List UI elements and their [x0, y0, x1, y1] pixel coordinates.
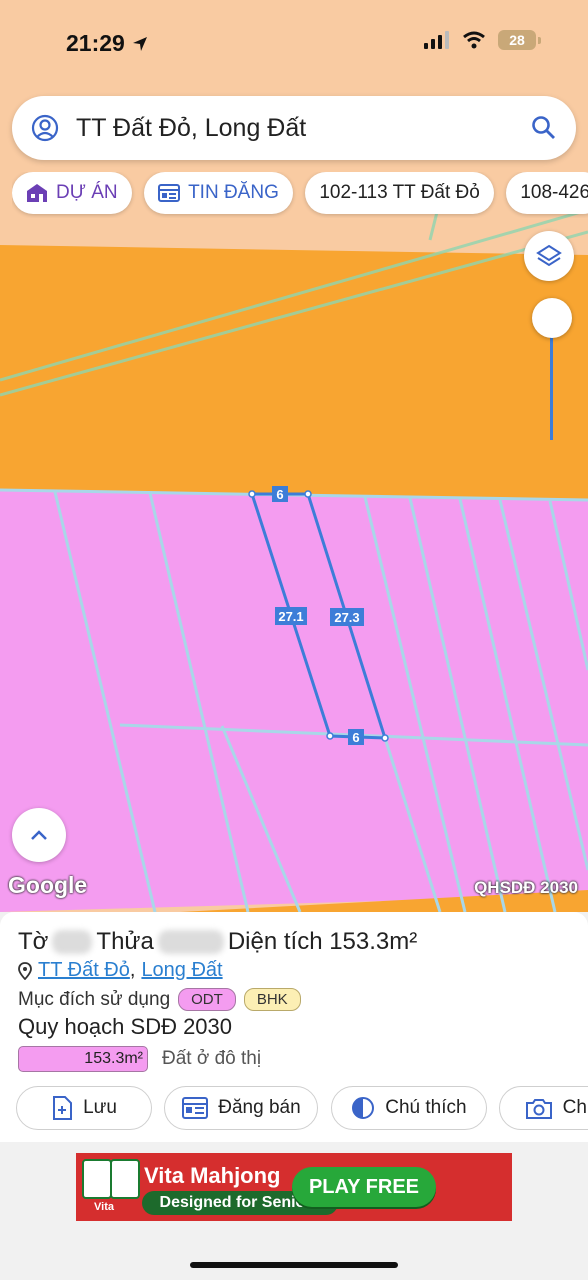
layers-button[interactable]	[524, 231, 574, 281]
parcel-header: Tờ Thửa Diện tích 153.3m²	[18, 928, 417, 956]
parcel-info-sheet: Tờ Thửa Diện tích 153.3m² TT Đất Đỏ, Lon…	[0, 912, 588, 1142]
capture-button-label: Chụp	[562, 1097, 588, 1118]
location-link-town[interactable]: TT Đất Đỏ	[38, 959, 130, 982]
plan-area: 153.3m²	[84, 1050, 143, 1067]
plan-title: Quy hoạch SDĐ 2030	[18, 1014, 233, 1039]
usage-row: Mục đích sử dụng ODT BHK	[18, 988, 301, 1011]
legend-contrast-icon	[352, 1097, 375, 1119]
plan-legend-row: 153.3m² Đất ở đô thị	[18, 1046, 261, 1072]
usage-tag-bhk: BHK	[243, 988, 301, 1011]
chip-du-an[interactable]: DỰ ÁN	[12, 172, 132, 214]
plan-type: Đất ở đô thị	[162, 1048, 262, 1069]
save-plus-icon	[53, 1096, 73, 1120]
legend-button[interactable]: Chú thích	[330, 1086, 487, 1130]
map-layer-label: QHSDĐ 2030	[474, 878, 578, 897]
ad-play-free-button[interactable]: PLAY FREE	[292, 1167, 436, 1207]
usage-label: Mục đích sử dụng	[18, 988, 171, 1010]
chip-parcel-102-113[interactable]: 102-113 TT Đất Đỏ	[305, 172, 494, 214]
location-arrow-icon	[132, 36, 147, 51]
ad-title: Vita Mahjong	[144, 1163, 281, 1188]
listing-icon	[158, 184, 181, 202]
plot-label: Thửa	[96, 928, 154, 955]
orange-zone	[0, 245, 588, 500]
capture-button[interactable]: Chụp	[499, 1086, 588, 1130]
edge-label-bottom: 6	[352, 730, 359, 745]
ad-brand: Vita	[94, 1201, 114, 1213]
location-separator: ,	[129, 959, 136, 981]
post-listing-button[interactable]: Đăng bán	[164, 1086, 319, 1130]
cellular-signal-icon	[424, 31, 449, 49]
redacted-plot-number	[157, 930, 224, 954]
layers-icon	[536, 244, 562, 267]
location-pin-icon	[18, 961, 32, 980]
chip-tin-dang-label: TIN ĐĂNG	[188, 182, 279, 203]
filter-chips: DỰ ÁN TIN ĐĂNG 102-113 TT Đất Đỏ 108-426	[12, 172, 588, 218]
account-icon[interactable]	[30, 113, 60, 143]
wifi-icon	[463, 31, 485, 49]
status-bar: 21:29 28	[0, 0, 588, 90]
battery-level: 28	[509, 32, 525, 48]
opacity-slider-knob[interactable]	[532, 298, 572, 338]
search-icon[interactable]	[530, 114, 558, 142]
location-link-district[interactable]: Long Đất	[141, 959, 222, 982]
parcel-location: TT Đất Đỏ, Long Đất	[18, 959, 223, 982]
chip-parcel-108-426[interactable]: 108-426	[506, 172, 588, 214]
sheet-label: Tờ	[18, 928, 49, 955]
chip-parcel-label: 108-426	[520, 182, 588, 203]
search-bar[interactable]: TT Đất Đỏ, Long Đất	[12, 96, 576, 160]
clock: 21:29	[66, 30, 149, 57]
battery-indicator: 28	[498, 30, 541, 50]
edge-label-left: 27.1	[278, 609, 303, 624]
action-buttons: Lưu Đăng bán Chú thích Chụp	[16, 1086, 588, 1132]
chip-parcel-label: 102-113 TT Đất Đỏ	[319, 182, 480, 203]
pink-zone	[0, 490, 588, 912]
google-attribution: Google	[8, 872, 88, 898]
chip-tin-dang[interactable]: TIN ĐĂNG	[144, 172, 293, 214]
usage-tag-odt: ODT	[178, 988, 236, 1011]
redacted-sheet-number	[52, 930, 93, 954]
post-listing-label: Đăng bán	[218, 1097, 301, 1118]
save-button[interactable]: Lưu	[16, 1086, 152, 1130]
legend-button-label: Chú thích	[385, 1097, 467, 1118]
ad-banner[interactable]: Vita Vita Mahjong Designed for Seniors P…	[76, 1153, 512, 1221]
chip-du-an-label: DỰ ÁN	[56, 182, 118, 203]
save-button-label: Lưu	[83, 1097, 117, 1118]
plan-legend-swatch: 153.3m²	[18, 1046, 148, 1072]
chevron-up-icon	[31, 830, 47, 840]
camera-icon	[525, 1099, 552, 1119]
area-label: Diện tích 153.3m²	[227, 928, 418, 955]
home-indicator[interactable]	[190, 1262, 398, 1268]
mahjong-tile-graphic	[110, 1159, 140, 1199]
search-query[interactable]: TT Đất Đỏ, Long Đất	[76, 114, 530, 143]
edge-label-top: 6	[276, 487, 283, 502]
expand-up-button[interactable]	[12, 808, 66, 862]
house-icon	[27, 184, 47, 202]
post-listing-icon	[182, 1097, 209, 1119]
mahjong-tile-graphic	[82, 1159, 112, 1199]
edge-label-right: 27.3	[334, 610, 359, 625]
clock-time: 21:29	[66, 30, 125, 56]
